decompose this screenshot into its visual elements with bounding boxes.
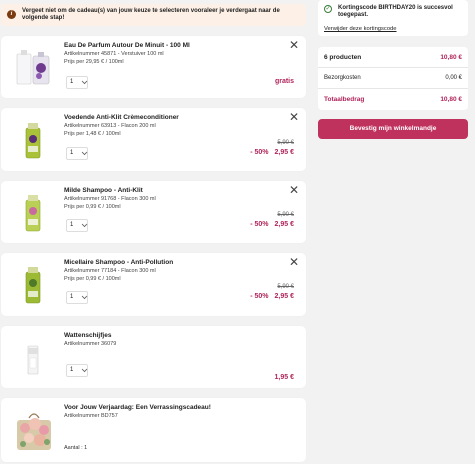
chevron-down-icon[interactable]: [80, 147, 89, 160]
item-name: Micellaire Shampoo - Anti-Pollution: [64, 259, 174, 266]
total-value: 10,80 €: [440, 96, 462, 103]
discounted-price: - 50% 2,95 €: [250, 149, 294, 156]
cart-item: Milde Shampoo - Anti-Klit Artikelnummer …: [1, 181, 306, 243]
item-info: Voedende Anti-Klit Crèmeconditioner Arti…: [64, 113, 179, 138]
promo-success-message: Kortingscode BIRTHDAY20 is succesvol toe…: [338, 5, 453, 18]
item-sku: Artikelnummer 45871 - Verstuiver 100 ml: [64, 51, 164, 57]
confirm-cart-button[interactable]: Bevestig mijn winkelmandje: [318, 119, 468, 139]
total-label: Totaalbedrag: [324, 96, 365, 103]
cart-item: Micellaire Shampoo - Anti-Pollution Arti…: [1, 253, 306, 316]
item-info: Eau De Parfum Autour De Minuit - 100 Ml …: [64, 41, 190, 66]
item-sku: Artikelnummer 91768 - Flacon 300 ml: [64, 196, 156, 202]
chevron-down-icon[interactable]: [80, 291, 89, 304]
remove-promo-link[interactable]: Verwijder deze kortingscode: [324, 26, 397, 32]
item-info: Milde Shampoo - Anti-Klit Artikelnummer …: [64, 186, 156, 211]
item-name: Milde Shampoo - Anti-Klit: [64, 187, 143, 194]
old-price: 5,90 €: [277, 212, 294, 218]
item-unit-price: Prijs per 29,95 € / 100ml: [64, 59, 124, 65]
item-price: 1,95 €: [274, 374, 294, 381]
item-price: 2,95 €: [274, 149, 294, 156]
products-value: 10,80 €: [440, 53, 462, 61]
item-unit-price: Prijs per 1,48 € / 100ml: [64, 131, 121, 137]
discounted-price: - 50% 2,95 €: [250, 293, 294, 300]
item-name: Wattenschijfjes: [64, 332, 112, 339]
order-summary: ✓ Kortingscode BIRTHDAY20 is succesvol t…: [318, 0, 468, 139]
shipping-value: 0,00 €: [445, 75, 462, 81]
shipping-label: Bezorgkosten: [324, 75, 361, 81]
item-price: 2,95 €: [274, 293, 294, 300]
item-sku: Artikelnummer 36079: [64, 341, 117, 347]
item-name: Voedende Anti-Klit Crèmeconditioner: [64, 114, 179, 121]
cart-item: Voedende Anti-Klit Crèmeconditioner Arti…: [1, 108, 306, 171]
item-quantity: Aantal : 1: [64, 445, 88, 451]
product-image: [11, 46, 55, 90]
cart-item: Eau De Parfum Autour De Minuit - 100 Ml …: [1, 36, 306, 98]
close-icon[interactable]: ✕: [289, 111, 299, 123]
item-sku: Artikelnummer 77184 - Flacon 300 ml: [64, 268, 156, 274]
item-sku: Artikelnummer BD757: [64, 413, 118, 419]
chevron-down-icon[interactable]: [80, 219, 89, 232]
alert-text: Vergeet niet om de cadeau(s) van jouw ke…: [22, 8, 280, 21]
cart-item: Voor Jouw Verjaardag: Een Verrassingscad…: [1, 398, 306, 462]
old-price: 5,90 €: [277, 284, 294, 290]
discount-percent: - 50%: [250, 293, 269, 300]
item-unit-price: Prijs per 0,99 € / 100ml: [64, 276, 121, 282]
item-info: Voor Jouw Verjaardag: Een Verrassingscad…: [64, 403, 211, 420]
item-name: Voor Jouw Verjaardag: Een Verrassingscad…: [64, 404, 211, 411]
item-price: 2,95 €: [274, 221, 294, 228]
cart-item: Wattenschijfjes Artikelnummer 36079 1 1,…: [1, 326, 306, 388]
product-image: [11, 336, 55, 380]
old-price: 5,90 €: [277, 140, 294, 146]
discount-percent: - 50%: [250, 221, 269, 228]
item-price: gratis: [274, 78, 294, 85]
chevron-down-icon[interactable]: [80, 364, 89, 377]
summary-row-products: 6 producten 10,80 €: [318, 47, 468, 68]
products-label: 6 producten: [324, 53, 362, 61]
check-icon: ✓: [324, 5, 332, 13]
chevron-down-icon[interactable]: [80, 76, 89, 89]
item-info: Micellaire Shampoo - Anti-Pollution Arti…: [64, 258, 173, 283]
promo-code-box: ✓ Kortingscode BIRTHDAY20 is succesvol t…: [318, 0, 468, 36]
item-unit-price: Prijs per 0,99 € / 100ml: [64, 204, 121, 210]
product-image: [11, 263, 55, 307]
info-icon: i: [7, 10, 16, 19]
product-image: [11, 118, 55, 162]
summary-row-total: Totaalbedrag 10,80 €: [318, 89, 468, 110]
item-sku: Artikelnummer 63913 - Flacon 200 ml: [64, 123, 156, 129]
discounted-price: - 50% 2,95 €: [250, 221, 294, 228]
product-image: [11, 191, 55, 235]
summary-row-shipping: Bezorgkosten 0,00 €: [318, 68, 468, 89]
item-info: Wattenschijfjes Artikelnummer 36079: [64, 331, 116, 348]
product-image: [9, 406, 59, 456]
cart-items-column: i Vergeet niet om de cadeau(s) van jouw …: [1, 4, 306, 462]
item-name: Eau De Parfum Autour De Minuit - 100 Ml: [64, 42, 190, 49]
discount-percent: - 50%: [250, 149, 269, 156]
gift-reminder-alert: i Vergeet niet om de cadeau(s) van jouw …: [1, 4, 306, 26]
close-icon[interactable]: ✕: [289, 256, 299, 268]
close-icon[interactable]: ✕: [289, 184, 299, 196]
summary-table: 6 producten 10,80 € Bezorgkosten 0,00 € …: [318, 47, 468, 110]
close-icon[interactable]: ✕: [289, 39, 299, 51]
